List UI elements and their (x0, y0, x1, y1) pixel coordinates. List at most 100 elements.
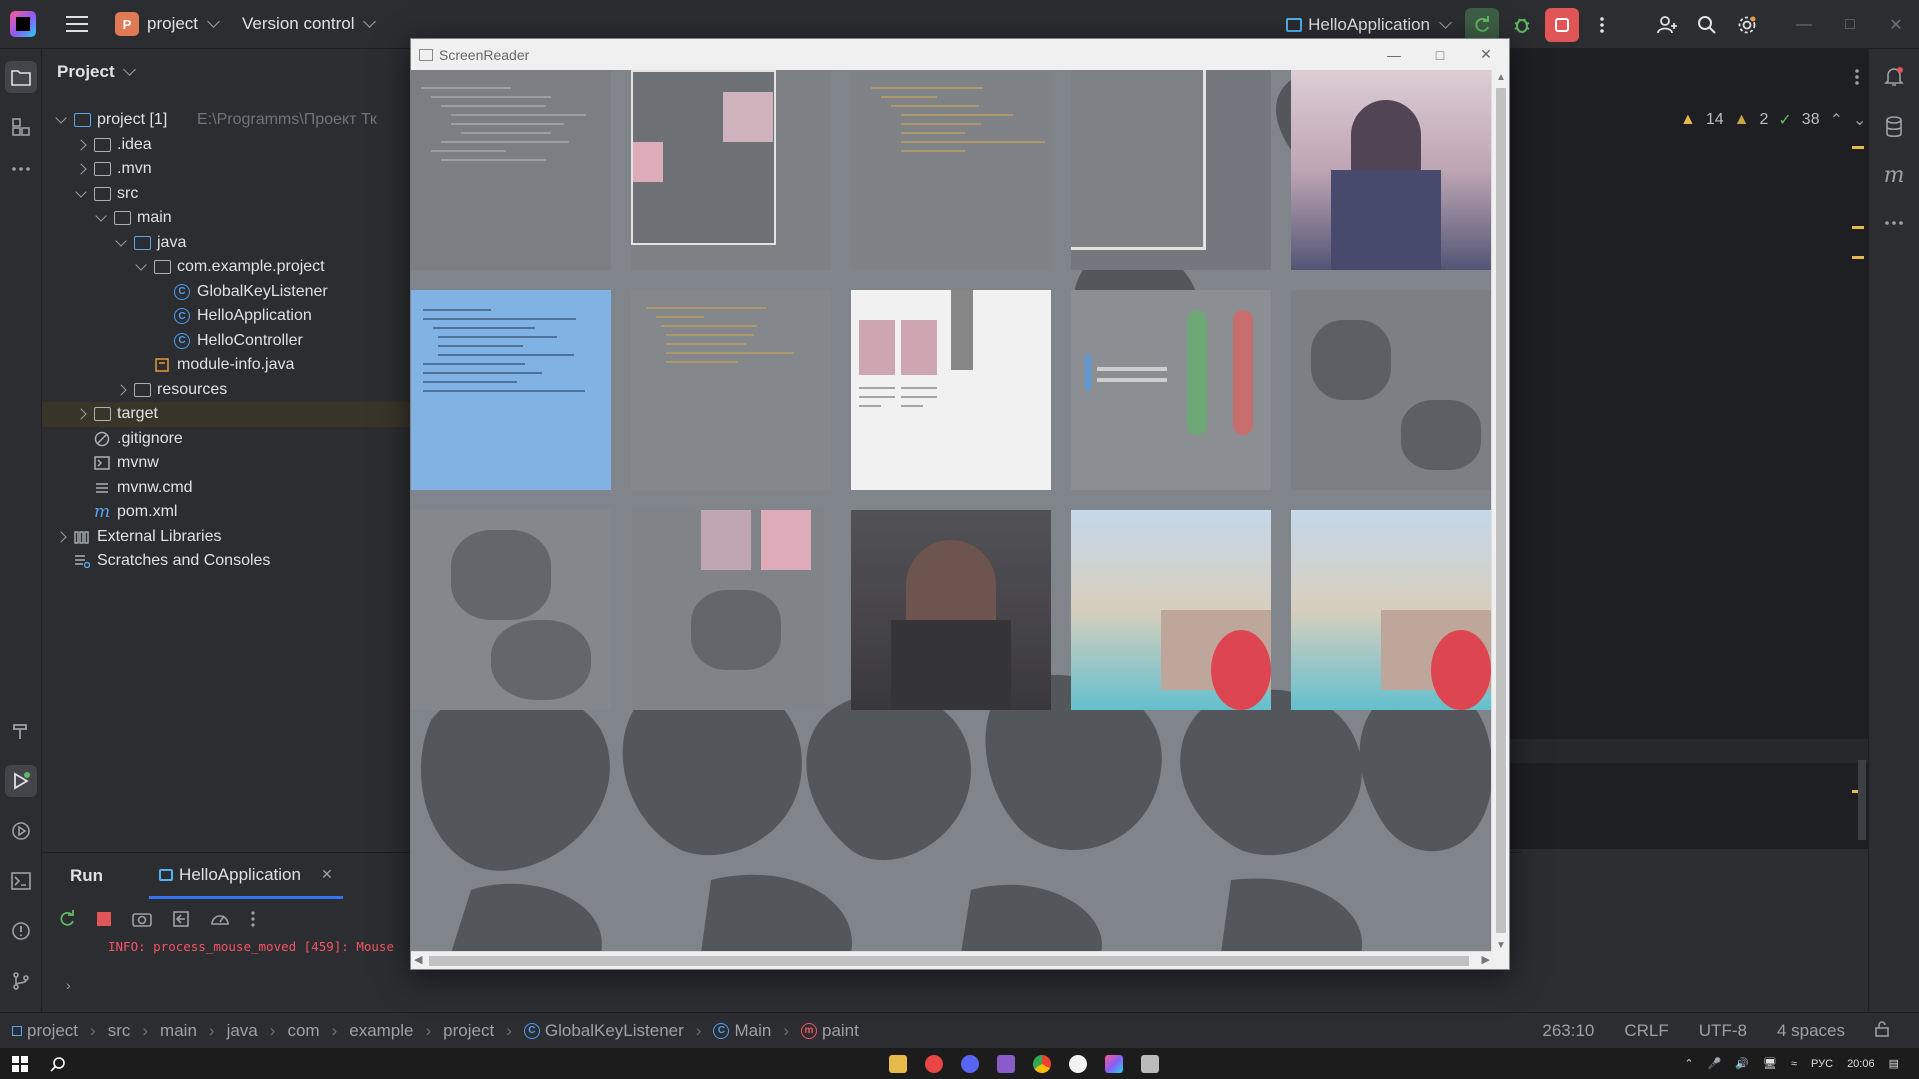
main-menu-icon[interactable] (66, 16, 88, 32)
vcs-menu[interactable]: Version control (242, 14, 377, 34)
line-separator[interactable]: CRLF (1624, 1021, 1668, 1041)
tree-item-globalkeylistener[interactable]: C GlobalKeyListener (42, 280, 442, 305)
code-with-me-button[interactable] (1650, 8, 1684, 42)
search-button[interactable] (1690, 8, 1724, 42)
chevron-up-icon[interactable]: ⌃ (1684, 1057, 1693, 1070)
more-tools-icon[interactable] (1878, 207, 1910, 239)
chevron-right-icon[interactable] (75, 163, 87, 175)
breadcrumb-item[interactable]: com (287, 1021, 319, 1041)
tree-item-gitignore[interactable]: .gitignore (42, 427, 442, 452)
breadcrumb-item[interactable]: C Main (713, 1021, 771, 1041)
visual-studio-icon[interactable] (997, 1054, 1015, 1073)
editor-scrollbar[interactable] (1858, 760, 1866, 840)
tree-item-src[interactable]: src (42, 182, 442, 207)
breadcrumb-item[interactable]: src (108, 1021, 131, 1041)
notifications-button[interactable] (1878, 61, 1910, 93)
intellij-taskbar-icon[interactable] (1105, 1054, 1123, 1073)
screenreader-canvas[interactable] (411, 70, 1493, 953)
sr-maximize-button[interactable]: □ (1417, 39, 1463, 70)
breadcrumb-item[interactable]: example (349, 1021, 413, 1041)
anime-artwork-thumbnail[interactable] (1291, 70, 1491, 270)
intellij-logo-icon[interactable] (10, 11, 36, 37)
chevron-right-icon[interactable]: › (66, 977, 71, 993)
tree-item-resources[interactable]: resources (42, 378, 442, 403)
tree-item-target[interactable]: target (42, 402, 442, 427)
vertical-scrollbar[interactable]: ▲ ▼ (1491, 70, 1509, 953)
tree-item-idea[interactable]: .idea (42, 133, 442, 158)
wifi-icon[interactable]: ≈ (1791, 1058, 1797, 1070)
restore-layout-icon[interactable] (172, 910, 190, 928)
settings-button[interactable] (1730, 8, 1764, 42)
close-window-button[interactable]: ✕ (1873, 0, 1919, 49)
terminal-tool-button[interactable] (5, 865, 37, 897)
thumbnail[interactable] (411, 510, 611, 710)
search-icon[interactable] (50, 1056, 66, 1072)
breadcrumb-item[interactable]: project (443, 1021, 494, 1041)
tree-item-mvn[interactable]: .mvn (42, 157, 442, 182)
breadcrumb-item[interactable]: C GlobalKeyListener (523, 1021, 684, 1041)
scrollbar-thumb[interactable] (1496, 88, 1506, 933)
chevron-down-icon[interactable] (115, 235, 127, 247)
tree-item-pom-xml[interactable]: m pom.xml (42, 500, 442, 525)
sr-close-button[interactable]: ✕ (1463, 39, 1509, 70)
more-actions-button[interactable] (1585, 8, 1619, 42)
tree-item-java[interactable]: java (42, 231, 442, 256)
thumbnail[interactable] (631, 510, 831, 710)
thumbnail[interactable] (411, 70, 611, 270)
scrollbar-thumb[interactable] (429, 956, 1469, 966)
rerun-button[interactable] (1465, 7, 1499, 42)
run-tool-button[interactable] (5, 765, 37, 797)
microphone-icon[interactable]: 🎤 (1708, 1057, 1722, 1070)
structure-tool-button[interactable] (5, 111, 37, 143)
game-screenshot-thumbnail[interactable] (1291, 510, 1491, 710)
tree-item-external-libraries[interactable]: External Libraries (42, 525, 442, 550)
indent-setting[interactable]: 4 spaces (1777, 1021, 1845, 1041)
chevron-right-icon[interactable] (55, 531, 67, 543)
more-tools-button[interactable] (5, 153, 37, 185)
thumbnail[interactable] (1071, 70, 1271, 270)
yandex-icon[interactable] (1069, 1054, 1087, 1073)
breadcrumb-item[interactable]: project (12, 1021, 78, 1041)
java-app-icon[interactable] (1141, 1054, 1159, 1073)
maven-tool-icon[interactable]: m (1878, 159, 1910, 191)
thumbnail[interactable] (1291, 290, 1491, 490)
more-vertical-icon[interactable] (250, 910, 256, 928)
tree-item-module-info-java[interactable]: module-info.java (42, 353, 442, 378)
run-tab-helloapplication[interactable]: HelloApplication ✕ (149, 853, 343, 899)
maximize-button[interactable]: □ (1827, 0, 1873, 49)
thumbnail[interactable] (631, 290, 831, 490)
portrait-photo-thumbnail[interactable] (851, 510, 1051, 710)
tree-item-com-example-project[interactable]: com.example.project (42, 255, 442, 280)
chevron-down-icon[interactable] (75, 186, 87, 198)
stop-icon[interactable] (96, 911, 112, 927)
breadcrumb-item[interactable]: main (160, 1021, 197, 1041)
volume-icon[interactable]: 🔊 (1735, 1057, 1749, 1070)
rerun-icon[interactable] (58, 910, 76, 928)
problems-tool-button[interactable] (5, 915, 37, 947)
tree-item-helloapplication[interactable]: C HelloApplication (42, 304, 442, 329)
speedometer-icon[interactable] (210, 910, 230, 928)
language-indicator[interactable]: РУС (1811, 1058, 1833, 1070)
git-tool-button[interactable] (5, 965, 37, 997)
chevron-down-icon[interactable] (55, 112, 67, 124)
chevron-up-icon[interactable]: ⌃ (1830, 110, 1843, 130)
run-config-selector[interactable]: HelloApplication (1286, 15, 1452, 35)
tree-item-mvnw[interactable]: mvnw (42, 451, 442, 476)
chrome-icon[interactable] (1033, 1054, 1051, 1073)
yandex-browser-icon[interactable] (925, 1054, 943, 1073)
screenreader-titlebar[interactable]: ScreenReader — □ ✕ (411, 39, 1509, 70)
project-badge[interactable]: P (115, 12, 139, 36)
breadcrumb-item[interactable]: java (227, 1021, 258, 1041)
minimize-button[interactable]: — (1781, 0, 1827, 49)
camera-icon[interactable] (132, 911, 152, 927)
inspection-widget[interactable]: ▲ 14 ▲ 2 ✓ 38 ⌃ ⌄ (1680, 110, 1866, 130)
services-tool-button[interactable] (5, 815, 37, 847)
lock-icon[interactable] (1875, 1020, 1889, 1041)
tree-item-project-1[interactable]: project [1] E:\Programms\Проект Тк (42, 108, 442, 133)
breadcrumb-item[interactable]: m paint (801, 1021, 859, 1041)
tree-item-hellocontroller[interactable]: C HelloController (42, 329, 442, 354)
chevron-down-icon[interactable] (95, 210, 107, 222)
tree-item-main[interactable]: main (42, 206, 442, 231)
scroll-down-icon[interactable]: ▼ (1496, 940, 1506, 951)
file-explorer-thumbnail[interactable] (851, 290, 1051, 490)
